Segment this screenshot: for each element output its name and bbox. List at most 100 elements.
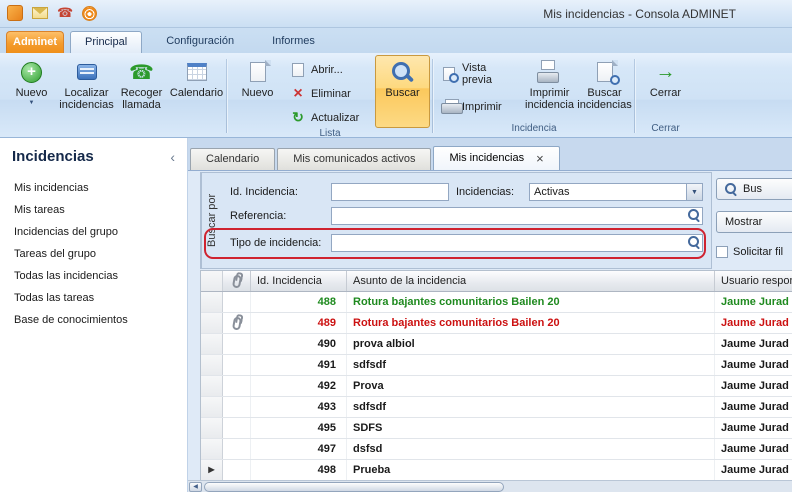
ribbon-tab-informes[interactable]: Informes [258,31,329,53]
table-row[interactable]: 495 SDFS Jaume Jurad [201,418,792,439]
search-icon[interactable] [688,209,701,222]
phone-pickup-icon [129,60,155,84]
attachment-cell [223,418,251,438]
search-icon[interactable] [688,236,701,249]
header-attachment[interactable] [223,271,251,291]
table-row-selected[interactable]: ▶ 498 Prueba Jaume Jurad [201,460,792,481]
buscar-incidencias-button[interactable]: Buscar incidencias [577,55,632,123]
cell-asunto: dsfsd [347,439,715,459]
row-indicator [201,418,223,438]
mostrar-button[interactable]: Mostrar [716,211,792,233]
ribbon-tab-configuracion[interactable]: Configuración [152,31,248,53]
content-area: Calendario Mis comunicados activos Mis i… [188,138,792,492]
cell-id: 493 [251,397,347,417]
header-id-incidencia[interactable]: Id. Incidencia [251,271,347,291]
sidebar-item-todas-las-tareas[interactable]: Todas las tareas [0,287,187,309]
close-arrow-icon [653,60,679,84]
sidebar-item-mis-tareas[interactable]: Mis tareas [0,199,187,221]
ribbon: Nuevo ▼ Localizar incidencias Recoger ll… [0,53,792,138]
cell-asunto: sdfsdf [347,397,715,417]
sidebar-item-incidencias-del-grupo[interactable]: Incidencias del grupo [0,221,187,243]
calendar-icon [184,60,210,84]
vista-previa-button[interactable]: Vista previa [436,63,522,84]
cell-asunto: Rotura bajantes comunitarios Bailen 20 [347,292,715,312]
tipo-incidencia-input[interactable] [331,234,703,252]
search-panel: Buscar por Id. Incidencia: Incidencias: … [200,172,712,269]
tab-mis-comunicados-activos[interactable]: Mis comunicados activos [277,148,431,170]
sidebar-list: Mis incidencias Mis tareas Incidencias d… [0,177,187,331]
row-indicator [201,292,223,312]
app-window: { "colors": { "status_green": "#1f8a1f",… [0,0,792,492]
sidebar-item-tareas-del-grupo[interactable]: Tareas del grupo [0,243,187,265]
table-row[interactable]: 497 dsfsd Jaume Jurad [201,439,792,460]
table-row[interactable]: 490 prova albiol Jaume Jurad [201,334,792,355]
header-usuario[interactable]: Usuario respons [715,271,792,291]
buscar-panel-button[interactable]: Bus [716,178,792,200]
cell-id: 490 [251,334,347,354]
solicitar-checkbox-row: Solicitar fil [716,246,783,258]
sidebar-item-mis-incidencias[interactable]: Mis incidencias [0,177,187,199]
cell-usuario: Jaume Jurad [715,313,792,333]
scroll-left-icon[interactable]: ◀ [189,482,202,492]
ribbon-group-incidencia: Vista previa Imprimir Imprimir incidenci… [436,55,632,137]
id-incidencia-label: Id. Incidencia: [230,186,298,198]
referencia-input[interactable] [331,207,703,225]
ribbon-separator [634,59,636,133]
ribbon-tab-principal[interactable]: Principal [70,31,142,53]
id-incidencia-input[interactable] [331,183,449,201]
scrollbar-thumb[interactable] [204,482,504,492]
header-asunto[interactable]: Asunto de la incidencia [347,271,715,291]
incidencias-select[interactable]: Activas ▼ [529,183,703,201]
sidebar: Incidencias ‹ Mis incidencias Mis tareas… [0,138,188,492]
mail-icon[interactable] [32,7,48,19]
search-icon [390,60,416,84]
cell-usuario: Jaume Jurad [715,355,792,375]
tab-calendario[interactable]: Calendario [190,148,275,170]
table-row[interactable]: 491 sdfsdf Jaume Jurad [201,355,792,376]
table-row[interactable]: 489 Rotura bajantes comunitarios Bailen … [201,313,792,334]
phone-icon[interactable] [57,5,73,21]
table-row[interactable]: 488 Rotura bajantes comunitarios Bailen … [201,292,792,313]
recoger-llamada-button[interactable]: Recoger llamada [114,55,169,123]
collapse-sidebar-icon[interactable]: ‹ [170,149,175,165]
localizar-incidencias-button[interactable]: Localizar incidencias [59,55,114,123]
search-panel-side-label: Buscar por [201,173,222,268]
nuevo-documento-button[interactable]: Nuevo [230,55,285,128]
tab-mis-incidencias[interactable]: Mis incidencias × [433,146,559,170]
chevron-down-icon[interactable]: ▼ [686,184,702,200]
cell-id: 498 [251,460,347,480]
calendario-button[interactable]: Calendario [169,55,224,123]
group-label-empty [4,123,224,137]
sidebar-item-base-de-conocimientos[interactable]: Base de conocimientos [0,309,187,331]
imprimir-incidencia-button[interactable]: Imprimir incidencia [522,55,577,123]
eliminar-button[interactable]: Eliminar [285,83,375,104]
horizontal-scrollbar[interactable]: ◀ [188,480,792,492]
cell-usuario: Jaume Jurad [715,376,792,396]
sidebar-item-todas-las-incidencias[interactable]: Todas las incidencias [0,265,187,287]
imprimir-button[interactable]: Imprimir [436,96,522,117]
app-menu-button[interactable]: Adminet [6,31,64,53]
actualizar-button[interactable]: Actualizar [285,107,375,128]
table-row[interactable]: 492 Prova Jaume Jurad [201,376,792,397]
app-icon[interactable] [7,5,23,21]
cell-asunto: sdfsdf [347,355,715,375]
table-row[interactable]: 493 sdfsdf Jaume Jurad [201,397,792,418]
paperclip-icon [231,316,241,330]
nuevo-split-button[interactable]: Nuevo ▼ [4,55,59,123]
ribbon-group-main: Nuevo ▼ Localizar incidencias Recoger ll… [4,55,224,137]
cell-usuario: Jaume Jurad [715,439,792,459]
broadcast-icon[interactable] [82,6,97,21]
cell-usuario: Jaume Jurad [715,460,792,480]
print-incident-icon [537,60,563,84]
cell-asunto: Prova [347,376,715,396]
ribbon-separator [432,59,434,133]
cell-id: 488 [251,292,347,312]
abrir-button[interactable]: Abrir... [285,59,375,80]
solicitar-checkbox[interactable] [716,246,728,258]
close-tab-icon[interactable]: × [536,154,544,164]
search-incidents-icon [592,60,618,84]
row-indicator [201,313,223,333]
buscar-button[interactable]: Buscar [375,55,430,128]
cerrar-button[interactable]: Cerrar [638,55,693,123]
refresh-icon [290,110,306,126]
